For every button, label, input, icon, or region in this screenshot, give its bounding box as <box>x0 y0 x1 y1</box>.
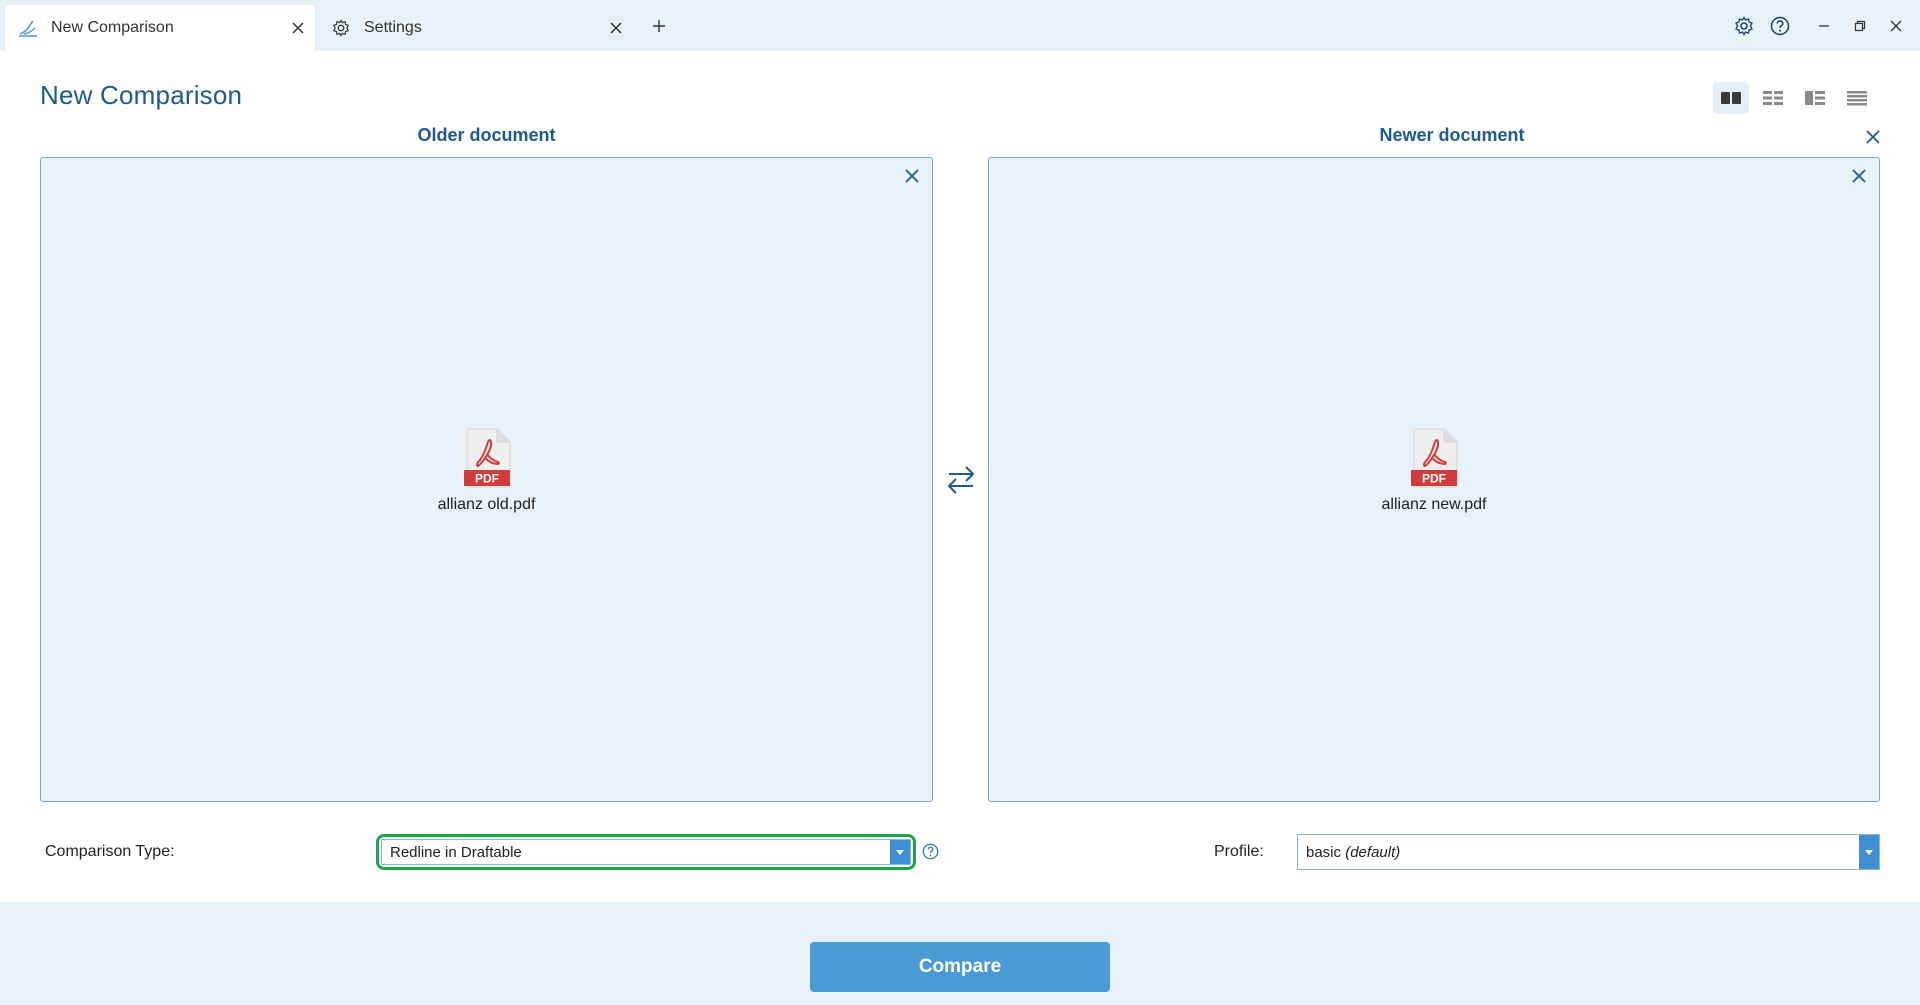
add-tab-button[interactable] <box>648 12 670 40</box>
older-file-name: allianz old.pdf <box>437 496 536 513</box>
tab-label: Settings <box>364 19 422 36</box>
comparison-type-help-icon[interactable] <box>921 842 940 861</box>
settings-button[interactable] <box>1726 6 1762 46</box>
profile-select-box[interactable]: basic (default) <box>1297 834 1880 870</box>
tab-new-comparison[interactable]: New Comparison <box>5 5 315 51</box>
remove-older-document-button[interactable] <box>900 164 924 188</box>
swap-documents-button[interactable] <box>944 460 978 500</box>
split-list-icon <box>1805 91 1825 105</box>
grid-icon <box>1763 91 1783 105</box>
older-document-heading: Older document <box>417 125 556 145</box>
list-icon <box>1847 91 1867 106</box>
profile-select[interactable]: basic (default) <box>1297 834 1880 870</box>
tab-label: New Comparison <box>51 19 174 36</box>
chevron-down-icon[interactable] <box>890 840 910 864</box>
tab-settings[interactable]: Settings <box>318 5 633 51</box>
close-icon <box>1890 20 1902 31</box>
minimize-button[interactable] <box>1806 6 1842 46</box>
profile-label: Profile: <box>1214 843 1264 860</box>
comparison-type-label: Comparison Type: <box>45 843 175 860</box>
pdf-badge: PDF <box>1422 472 1446 486</box>
plus-icon <box>653 20 665 32</box>
layout-grid-button[interactable] <box>1755 82 1791 114</box>
close-tab-icon[interactable] <box>281 11 315 45</box>
chevron-down-icon[interactable] <box>1859 835 1879 869</box>
comparison-type-value: Redline in Draftable <box>390 843 522 861</box>
close-tab-icon[interactable] <box>599 11 633 45</box>
help-icon <box>1770 16 1790 35</box>
profile-value-suffix: (default) <box>1345 843 1401 861</box>
pdf-badge: PDF <box>475 472 499 486</box>
restore-icon <box>1854 20 1866 31</box>
pdf-file-icon: PDF <box>1411 428 1458 488</box>
close-window-button[interactable] <box>1878 6 1914 46</box>
older-document-dropzone[interactable]: PDF allianz old.pdf <box>40 157 933 802</box>
layout-split-list-button[interactable] <box>1797 82 1833 114</box>
draftable-logo-icon <box>17 17 39 39</box>
close-icon <box>1866 130 1880 144</box>
clear-all-button[interactable] <box>1862 126 1884 148</box>
title-bar: New Comparison Settings <box>0 0 1920 51</box>
gear-icon <box>1735 15 1753 36</box>
comparison-type-select[interactable]: Redline in Draftable <box>376 834 916 870</box>
profile-value-main: basic <box>1306 843 1342 861</box>
profile-value: basic (default) <box>1298 844 1859 861</box>
newer-document-file[interactable]: PDF allianz new.pdf <box>1334 428 1534 514</box>
newer-file-name: allianz new.pdf <box>1381 496 1487 513</box>
window-controls <box>1726 0 1920 51</box>
help-button[interactable] <box>1762 6 1798 46</box>
gear-icon <box>330 17 352 39</box>
older-document-file[interactable]: PDF allianz old.pdf <box>387 428 587 514</box>
layout-side-by-side-button[interactable] <box>1713 82 1749 114</box>
minimize-icon <box>1819 24 1829 27</box>
swap-arrows-icon <box>947 466 975 494</box>
layout-list-button[interactable] <box>1839 82 1875 114</box>
pdf-file-icon: PDF <box>463 428 510 488</box>
close-icon <box>905 169 919 183</box>
restore-button[interactable] <box>1842 6 1878 46</box>
comparison-type-select-box[interactable]: Redline in Draftable <box>381 839 911 865</box>
side-by-side-icon <box>1721 92 1741 104</box>
page-title: New Comparison <box>40 80 243 110</box>
close-icon <box>1852 169 1866 183</box>
newer-document-heading: Newer document <box>1379 125 1525 145</box>
remove-newer-document-button[interactable] <box>1847 164 1871 188</box>
newer-document-dropzone[interactable]: PDF allianz new.pdf <box>988 157 1880 802</box>
layout-toggle-group <box>1713 82 1875 114</box>
compare-button[interactable]: Compare <box>810 942 1110 992</box>
